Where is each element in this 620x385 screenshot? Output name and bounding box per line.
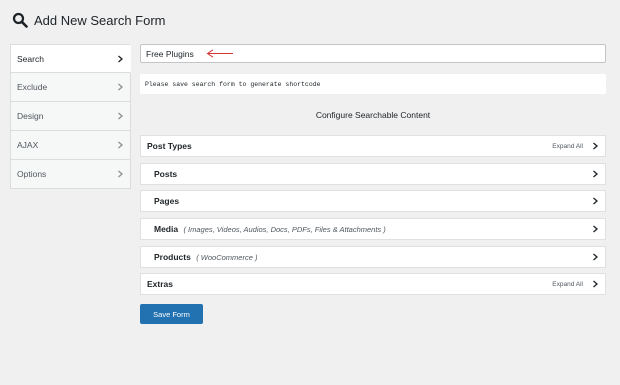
chevron-right-icon (118, 170, 123, 178)
chevron-right-icon (118, 55, 123, 62)
section-heading: Configure Searchable Content (315, 110, 431, 120)
panel-title-group: Media ( Images, Videos, Audios, Docs, PD… (147, 224, 386, 234)
sidebar-item-ajax[interactable]: AJAX (10, 131, 131, 160)
panel-title: Post Types (147, 141, 192, 151)
page-header: Add New Search Form (12, 10, 166, 30)
chevron-right-icon (593, 170, 598, 178)
chevron-right-icon (118, 112, 123, 120)
arrow-left-icon (206, 49, 233, 58)
panel-title-group: Products ( WooCommerce ) (147, 252, 257, 262)
sidebar-item-options[interactable]: Options (10, 160, 131, 189)
sidebar-item-label: AJAX (17, 140, 39, 150)
panel-title: Extras (147, 279, 173, 289)
sidebar-item-label: Design (17, 111, 44, 121)
chevron-right-icon (593, 197, 598, 205)
sidebar: Search Exclude Design AJAX Options (10, 44, 131, 189)
panel-posts[interactable]: Posts (140, 163, 606, 185)
sidebar-item-label: Exclude (17, 82, 48, 92)
sidebar-item-search[interactable]: Search (10, 44, 131, 73)
sidebar-item-exclude[interactable]: Exclude (10, 73, 131, 102)
panel-title: Media (154, 224, 179, 234)
chevron-right-icon (593, 280, 598, 288)
expand-all-link[interactable]: Expand All (552, 143, 583, 150)
panel-post-types[interactable]: Post Types Expand All (140, 135, 606, 157)
panel-extras[interactable]: Extras Expand All (140, 273, 606, 295)
sidebar-item-design[interactable]: Design (10, 102, 131, 131)
sidebar-item-label: Search (17, 53, 44, 64)
shortcode-notice-text: Please save search form to generate shor… (145, 80, 321, 88)
panel-title: Posts (154, 169, 178, 179)
chevron-right-icon (118, 141, 123, 149)
save-form-button[interactable]: Save Form (140, 304, 203, 324)
chevron-right-icon (593, 225, 598, 233)
panel-title: Products (154, 252, 191, 262)
panel-media[interactable]: Media ( Images, Videos, Audios, Docs, PD… (140, 218, 606, 240)
chevron-right-icon (593, 253, 598, 261)
expand-all-link[interactable]: Expand All (552, 281, 583, 288)
shortcode-notice: Please save search form to generate shor… (140, 74, 606, 94)
search-icon (12, 12, 28, 28)
panel-pages[interactable]: Pages (140, 190, 606, 212)
page-title: Add New Search Form (34, 12, 166, 28)
panel-title: Pages (154, 196, 180, 206)
chevron-right-icon (118, 83, 123, 91)
chevron-right-icon (593, 142, 598, 150)
panel-note: ( WooCommerce ) (196, 253, 258, 262)
sidebar-item-label: Options (17, 169, 47, 179)
panel-products[interactable]: Products ( WooCommerce ) (140, 246, 606, 268)
panel-note: ( Images, Videos, Audios, Docs, PDFs, Fi… (183, 225, 386, 234)
